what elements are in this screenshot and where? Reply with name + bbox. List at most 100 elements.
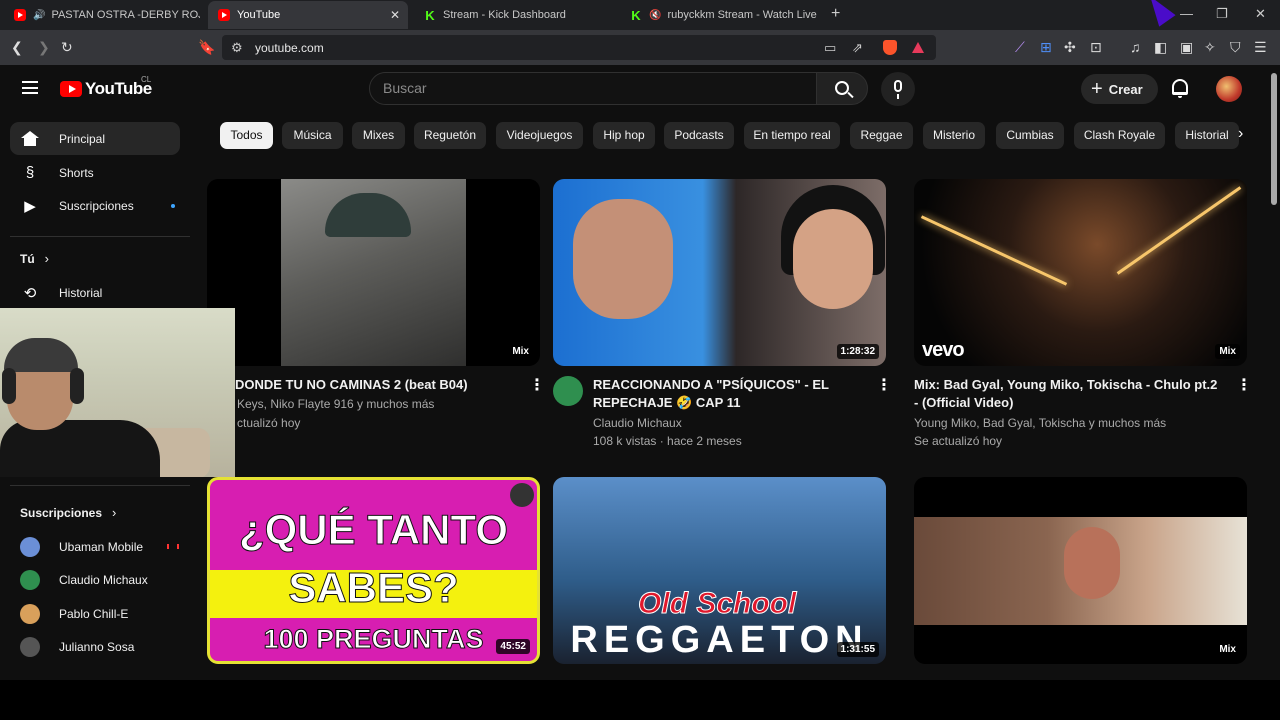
sidebar-item-historial[interactable]: ⟲ Historial <box>10 276 180 309</box>
voice-search-button[interactable] <box>881 72 915 106</box>
url-text: youtube.com <box>255 41 324 55</box>
vevo-logo: vevo <box>922 339 965 361</box>
thumbnail-image <box>1064 527 1120 599</box>
sidebar-item-label: Shorts <box>59 165 94 180</box>
chip-todos[interactable]: Todos <box>220 122 273 149</box>
forward-icon[interactable]: ❯ <box>38 39 50 55</box>
youtube-favicon-icon <box>14 9 26 21</box>
sidebar-channel-claudio-michaux[interactable]: Claudio Michaux <box>10 563 180 596</box>
sidebar-channel-pablo-chill-e[interactable]: Pablo Chill-E <box>10 597 180 630</box>
new-tab-button[interactable]: + <box>831 5 840 23</box>
speaker-icon: 🔊 <box>33 9 46 21</box>
tab-pastan-ostra[interactable]: 🔊 PASTAN OSTRA -DERBY ROJO (D <box>4 1 200 29</box>
address-bar[interactable]: ⚙ youtube.com ▭ ⇗ <box>222 35 936 60</box>
video-title[interactable]: Mix: Bad Gyal, Young Miko, Tokischa - Ch… <box>914 376 1224 412</box>
youtube-favicon-icon <box>218 9 230 21</box>
screenshot-icon[interactable]: ⊡ <box>1090 39 1102 55</box>
video-title[interactable]: REACCIONANDO A "PSÍQUICOS" - EL REPECHAJ… <box>593 376 863 412</box>
more-options-icon[interactable]: ⋮ <box>1236 378 1252 394</box>
sidebar-item-shorts[interactable]: § Shorts <box>10 156 180 189</box>
video-thumbnail[interactable]: vevo Mix <box>914 179 1247 366</box>
restore-icon[interactable]: ❐ <box>1216 6 1228 22</box>
site-settings-icon[interactable]: ⚙ <box>231 40 243 56</box>
cast-icon[interactable]: ▭ <box>824 40 836 56</box>
tab-kick-dashboard[interactable]: K Stream - Kick Dashboard <box>414 1 614 29</box>
sidebar-item-label: Suscripciones <box>59 198 134 213</box>
youtube-logo[interactable]: YouTube <box>60 79 152 99</box>
browser-menu-icon[interactable]: ☰ <box>1254 39 1267 55</box>
sidebar-channel-ubaman-mobile[interactable]: Ubaman Mobile <box>10 530 180 563</box>
video-thumbnail[interactable]: 1:28:32 <box>553 179 886 366</box>
headphones-image <box>2 368 16 404</box>
more-options-icon[interactable]: ⋮ <box>529 378 545 394</box>
sidebar-channel-julianno-sosa[interactable]: Julianno Sosa <box>10 630 180 663</box>
reload-icon[interactable]: ↻ <box>61 39 73 55</box>
live-indicator-icon <box>167 544 179 549</box>
country-code: CL <box>141 75 152 84</box>
more-options-icon[interactable]: ⋮ <box>876 378 892 394</box>
thumbnail-text: Old School <box>637 587 797 621</box>
hamburger-menu-icon[interactable] <box>22 81 38 94</box>
sidebar-item-suscripciones[interactable]: ▶ Suscripciones <box>10 189 180 222</box>
share-icon[interactable]: ⇗ <box>852 40 863 56</box>
search-input[interactable] <box>383 80 783 96</box>
sidebar-item-principal[interactable]: Principal <box>10 122 180 155</box>
thumbnail-image <box>793 209 873 309</box>
chip-misterio[interactable]: Misterio <box>923 122 985 149</box>
account-avatar[interactable] <box>1216 76 1242 102</box>
video-thumbnail[interactable]: Mix <box>914 477 1247 664</box>
back-icon[interactable]: ❮ <box>11 39 23 55</box>
minimize-icon[interactable]: — <box>1180 6 1193 21</box>
video-thumbnail[interactable]: Old School REGGAETON 1:31:55 <box>553 477 886 664</box>
close-window-icon[interactable]: ✕ <box>1255 6 1266 22</box>
chip-hip-hop[interactable]: Hip hop <box>593 122 655 149</box>
bookmark-icon[interactable]: 🔖 <box>198 39 215 55</box>
chip-podcasts[interactable]: Podcasts <box>664 122 734 149</box>
create-button[interactable]: + Crear <box>1081 74 1158 104</box>
chip-historial[interactable]: Historial <box>1175 122 1239 149</box>
brave-rewards-icon[interactable] <box>912 42 924 53</box>
extensions-icon[interactable]: ✣ <box>1064 39 1076 55</box>
channel-avatar <box>20 536 40 557</box>
vpn-shield-icon[interactable]: ⛉ <box>1230 39 1241 55</box>
video-stats: ctualizó hoy <box>237 416 301 430</box>
tab-title: rubyckkm Stream - Watch Live o <box>667 9 820 21</box>
tab-rubyckkm-stream[interactable]: K 🔇 rubyckkm Stream - Watch Live o <box>620 1 820 29</box>
notifications-bell-icon[interactable] <box>1172 79 1188 98</box>
subscriptions-section-header[interactable]: Suscripciones › <box>20 505 116 520</box>
video-thumbnail[interactable]: ¿QUÉ TANTO SABES? 100 PREGUNTAS 45:52 <box>207 477 540 664</box>
page-scrollbar[interactable] <box>1268 65 1280 680</box>
channel-avatar[interactable] <box>553 376 583 406</box>
create-label: Crear <box>1108 81 1143 97</box>
video-stats: 108 k vistas · hace 2 meses <box>593 434 742 448</box>
chip-clash-royale[interactable]: Clash Royale <box>1074 122 1165 149</box>
youtube-play-icon <box>60 81 82 97</box>
sidebar-toggle-icon[interactable]: ◧ <box>1154 39 1167 55</box>
close-tab-icon[interactable]: ✕ <box>390 8 400 22</box>
video-thumbnail[interactable]: Mix <box>207 179 540 366</box>
video-channel[interactable]: Claudio Michaux <box>593 414 682 432</box>
chip-cumbias[interactable]: Cumbias <box>996 122 1064 149</box>
chip-videojuegos[interactable]: Videojuegos <box>496 122 583 149</box>
chip-regueton[interactable]: Reguetón <box>414 122 486 149</box>
tab-youtube[interactable]: YouTube ✕ <box>208 1 408 29</box>
chip-en-tiempo-real[interactable]: En tiempo real <box>744 122 840 149</box>
video-channel[interactable]: Young Miko, Bad Gyal, Tokischa y muchos … <box>914 414 1166 432</box>
search-button[interactable] <box>816 72 868 105</box>
you-section-header[interactable]: Tú › <box>20 251 49 266</box>
leo-ai-icon[interactable]: ⟋ <box>1015 39 1025 55</box>
chip-reggae[interactable]: Reggae <box>850 122 913 149</box>
wallet-icon[interactable]: ▣ <box>1180 39 1193 55</box>
chip-musica[interactable]: Música <box>282 122 343 149</box>
video-title[interactable]: DONDE TU NO CAMINAS 2 (beat B04) <box>235 376 535 394</box>
media-icon[interactable]: ♫ <box>1130 39 1141 55</box>
brave-shield-icon[interactable] <box>883 40 897 55</box>
ai-sparkle-icon[interactable]: ✧ <box>1204 39 1216 55</box>
translate-icon[interactable]: ⊞ <box>1040 39 1052 55</box>
video-channel[interactable]: Keys, Niko Flayte 916 y muchos más <box>237 395 434 413</box>
chevron-right-icon[interactable]: › <box>1238 125 1243 143</box>
youtube-header: YouTube CL + Crear <box>0 65 1268 113</box>
channel-name: Claudio Michaux <box>59 572 148 587</box>
scrollbar-thumb[interactable] <box>1271 73 1277 205</box>
chip-mixes[interactable]: Mixes <box>352 122 405 149</box>
